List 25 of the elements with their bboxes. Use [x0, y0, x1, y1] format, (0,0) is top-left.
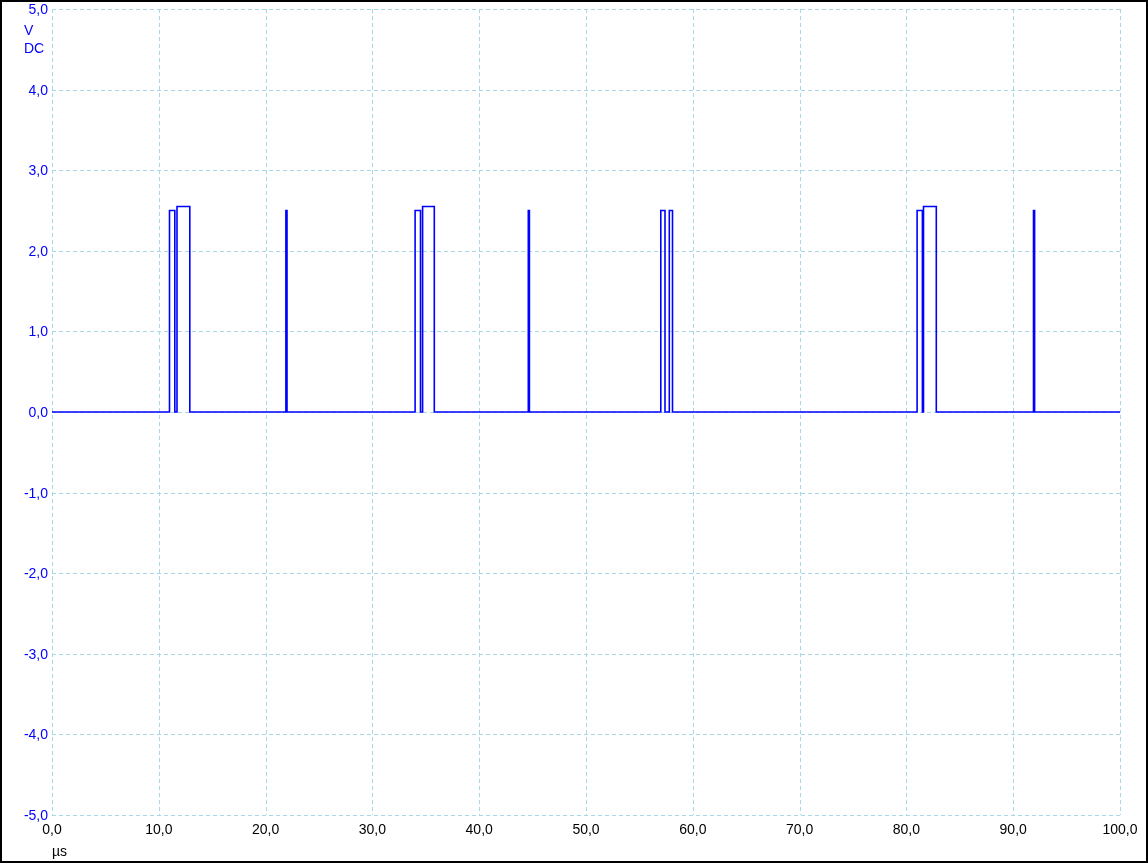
y-tick-label: -3,0 — [23, 645, 48, 662]
y-tick-label: -4,0 — [23, 726, 48, 743]
y-unit-label: V — [24, 22, 34, 38]
x-tick-label: 60,0 — [679, 821, 707, 837]
y-tick-label: 2,0 — [28, 242, 48, 259]
y-tick-label: -1,0 — [23, 484, 48, 501]
y-tick-label: -5,0 — [23, 807, 48, 823]
y-tick-label: 4,0 — [28, 81, 48, 98]
x-tick-label: 70,0 — [785, 821, 814, 837]
coupling-label: DC — [24, 40, 45, 56]
x-tick-label: 90,0 — [999, 821, 1027, 837]
x-tick-label: 100,0 — [1102, 821, 1138, 837]
y-tick-label: 3,0 — [28, 162, 48, 179]
x-tick-label: 80,0 — [892, 821, 921, 837]
x-tick-label: 30,0 — [358, 821, 386, 837]
x-tick-label: 20,0 — [252, 821, 280, 837]
x-tick-label: 0,0 — [42, 821, 62, 837]
x-tick-label: 10,0 — [145, 821, 173, 837]
x-tick-label: 40,0 — [465, 821, 493, 837]
y-tick-label: -2,0 — [23, 565, 48, 582]
x-tick-label: 50,0 — [572, 821, 600, 837]
y-tick-label: 0,0 — [28, 404, 48, 420]
y-tick-label: 5,0 — [28, 2, 48, 17]
y-tick-label: 1,0 — [28, 323, 48, 340]
x-unit-label: µs — [52, 843, 68, 859]
